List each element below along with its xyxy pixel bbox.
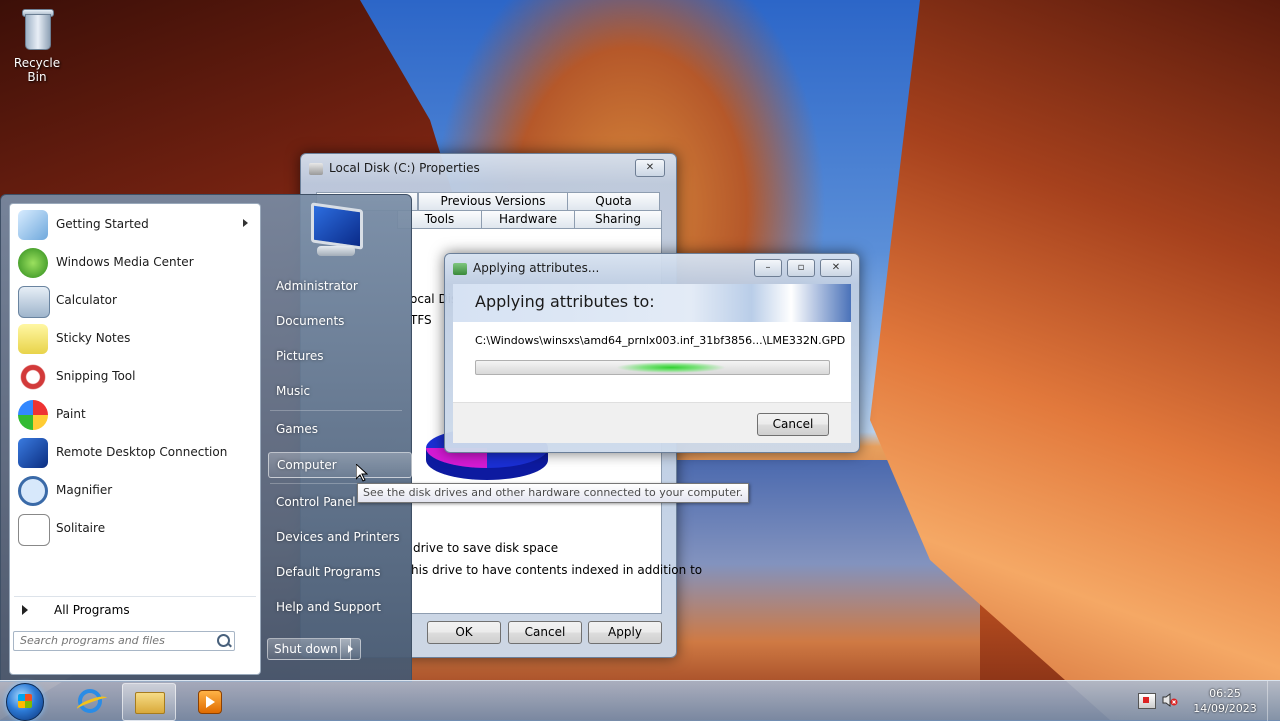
taskbar-internet-explorer[interactable]: [64, 683, 116, 719]
apply-body: C:\Windows\winsxs\amd64_prnlx003.inf_31b…: [453, 322, 851, 402]
partial-text-compress: drive to save disk space: [413, 541, 559, 555]
search-input[interactable]: [14, 632, 210, 648]
program-remote-desktop[interactable]: Remote Desktop Connection: [14, 436, 256, 470]
internet-explorer-icon: [78, 689, 102, 713]
show-desktop-button[interactable]: [1267, 681, 1280, 721]
progress-bar: [475, 360, 830, 375]
apply-button[interactable]: Apply: [588, 621, 662, 644]
user-picture-computer-icon: [305, 202, 363, 260]
search-icon: [217, 634, 230, 647]
all-programs-arrow-icon: [22, 605, 28, 615]
tab-previous-versions[interactable]: Previous Versions: [418, 192, 568, 211]
start-menu-programs-pane: Getting Started Windows Media Center Cal…: [9, 203, 261, 675]
taskbar-media-player[interactable]: [184, 683, 236, 719]
snipping-tool-icon: [18, 362, 48, 392]
tab-quota[interactable]: Quota: [567, 192, 660, 211]
start-right-administrator[interactable]: Administrator: [268, 274, 410, 298]
program-windows-media-center[interactable]: Windows Media Center: [14, 246, 256, 280]
start-right-games[interactable]: Games: [268, 417, 410, 441]
start-right-help-support[interactable]: Help and Support: [268, 595, 410, 619]
programs-separator: [14, 596, 256, 597]
all-programs-button[interactable]: All Programs: [14, 600, 256, 622]
windows-explorer-icon: [135, 692, 165, 714]
start-right-documents[interactable]: Documents: [268, 309, 410, 333]
partial-text-filesystem: TFS: [410, 313, 432, 327]
start-right-devices-printers[interactable]: Devices and Printers: [268, 525, 410, 549]
progress-glow: [616, 362, 726, 373]
volume-muted-icon[interactable]: [1162, 693, 1178, 707]
solitaire-icon: [18, 514, 50, 546]
remote-desktop-icon: [18, 438, 48, 468]
paint-icon: [18, 400, 48, 430]
program-paint[interactable]: Paint: [14, 398, 256, 432]
submenu-arrow-icon: [243, 219, 248, 227]
properties-close-button[interactable]: ✕: [635, 159, 665, 177]
system-clock[interactable]: 06:25 14/09/2023: [1188, 686, 1262, 716]
minimize-button[interactable]: –: [754, 259, 782, 277]
shutdown-button[interactable]: Shut down: [267, 638, 351, 660]
start-right-default-programs[interactable]: Default Programs: [268, 560, 410, 584]
apply-dialog-title: Applying attributes...: [453, 258, 599, 278]
getting-started-icon: [18, 210, 48, 240]
restore-button[interactable]: ▫: [787, 259, 815, 277]
computer-tooltip: See the disk drives and other hardware c…: [357, 483, 749, 503]
sticky-notes-icon: [18, 324, 48, 354]
clock-date: 14/09/2023: [1193, 702, 1257, 715]
windows-logo-icon: [18, 694, 32, 708]
program-sticky-notes[interactable]: Sticky Notes: [14, 322, 256, 356]
calculator-icon: [18, 286, 50, 318]
drive-icon: [309, 162, 323, 175]
program-getting-started[interactable]: Getting Started: [14, 208, 256, 242]
recycle-bin-icon: [20, 6, 54, 50]
desktop-icon-recycle-bin[interactable]: Recycle Bin: [4, 6, 70, 84]
tab-hardware[interactable]: Hardware: [481, 210, 575, 229]
start-right-computer[interactable]: Computer: [268, 452, 412, 478]
apply-footer: Cancel: [453, 402, 851, 443]
taskbar: 06:25 14/09/2023: [0, 680, 1280, 721]
properties-title: Local Disk (C:) Properties: [309, 158, 480, 178]
start-right-separator: [270, 410, 402, 411]
start-right-pictures[interactable]: Pictures: [268, 344, 410, 368]
taskbar-windows-explorer[interactable]: [122, 683, 176, 721]
apply-heading: Applying attributes to:: [475, 292, 655, 311]
partial-text-index: his drive to have contents indexed in ad…: [411, 563, 703, 577]
program-magnifier[interactable]: Magnifier: [14, 474, 256, 508]
attributes-icon: [453, 262, 467, 275]
cancel-button[interactable]: Cancel: [508, 621, 582, 644]
desktop-icon-label: Recycle Bin: [13, 56, 61, 84]
program-calculator[interactable]: Calculator: [14, 284, 256, 318]
start-right-music[interactable]: Music: [268, 379, 410, 403]
apply-cancel-button[interactable]: Cancel: [757, 413, 829, 436]
apply-path: C:\Windows\winsxs\amd64_prnlx003.inf_31b…: [475, 334, 846, 347]
media-player-icon: [198, 690, 222, 714]
ok-button[interactable]: OK: [427, 621, 501, 644]
program-snipping-tool[interactable]: Snipping Tool: [14, 360, 256, 394]
magnifier-icon: [18, 476, 48, 506]
apply-close-button[interactable]: ✕: [820, 259, 852, 277]
program-solitaire[interactable]: Solitaire: [14, 512, 256, 546]
media-center-icon: [18, 248, 48, 278]
start-search-box[interactable]: [13, 631, 235, 651]
start-button[interactable]: [6, 683, 44, 721]
shutdown-options-button[interactable]: [340, 638, 361, 660]
apply-heading-banner: Applying attributes to:: [453, 284, 851, 322]
action-center-flag-icon[interactable]: [1138, 693, 1156, 709]
clock-time: 06:25: [1209, 687, 1241, 700]
applying-attributes-dialog: Applying attributes... – ▫ ✕ Applying at…: [444, 253, 860, 453]
tab-sharing[interactable]: Sharing: [574, 210, 662, 229]
